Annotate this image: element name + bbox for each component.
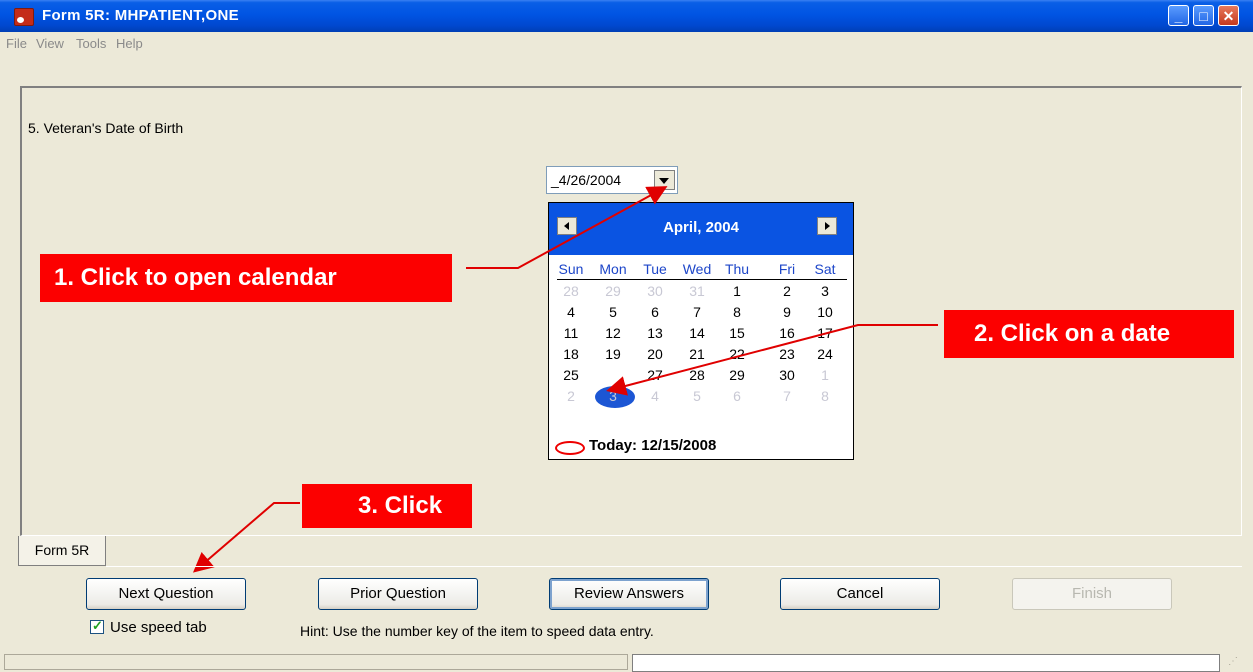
review-answers-button[interactable]: Review Answers: [549, 578, 709, 610]
finish-button: Finish: [1012, 578, 1172, 610]
tab-divider: [106, 566, 1242, 567]
finish-label: Finish: [1071, 585, 1112, 602]
review-answers-label: Review Answers: [573, 585, 685, 602]
status-pane-right: [632, 654, 1220, 672]
checkmark-icon: ✓: [92, 618, 103, 633]
tab-form-5r[interactable]: Form 5R: [18, 536, 106, 566]
arrow-to-dropdown: [466, 186, 668, 269]
callout-step-3: 3. Click: [302, 484, 472, 528]
next-question-label: Next Question: [118, 585, 214, 602]
resize-grip-icon[interactable]: ⋰: [1228, 656, 1246, 670]
arrow-to-date: [606, 324, 938, 396]
status-pane-left: [4, 654, 628, 670]
prior-question-button[interactable]: Prior Question: [318, 578, 478, 610]
callout-step-2: 2. Click on a date: [944, 310, 1234, 358]
speed-tab-label[interactable]: Use speed tab: [110, 619, 207, 636]
status-bar: ⋰: [0, 650, 1253, 672]
prior-question-label: Prior Question: [350, 585, 446, 602]
hint-text: Hint: Use the number key of the item to …: [300, 623, 654, 639]
next-question-button[interactable]: Next Question: [86, 578, 246, 610]
cancel-button[interactable]: Cancel: [780, 578, 940, 610]
arrow-to-next: [192, 502, 300, 573]
callout-step-1: 1. Click to open calendar: [40, 254, 452, 302]
speed-tab-checkbox[interactable]: ✓: [90, 618, 104, 634]
cancel-label: Cancel: [836, 585, 884, 602]
